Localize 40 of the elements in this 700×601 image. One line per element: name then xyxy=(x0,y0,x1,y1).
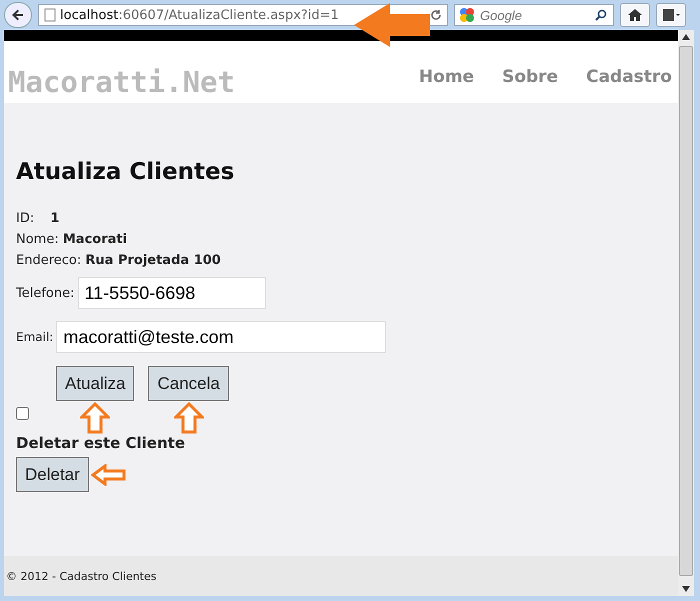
nav-link[interactable]: Sobre xyxy=(502,67,558,87)
field-value: Macorati xyxy=(62,232,128,247)
home-button[interactable] xyxy=(620,3,650,27)
field-label: Endereco: xyxy=(16,253,82,268)
home-icon xyxy=(627,8,643,22)
phone-field[interactable]: 11-5550-6698 xyxy=(78,277,266,309)
search-bar[interactable]: Google xyxy=(454,4,614,26)
page-title: Atualiza Clientes xyxy=(16,159,236,185)
arrow-icon xyxy=(174,402,204,434)
site-logo: Macoratti.Net xyxy=(8,65,235,99)
url-text: localhost:60607/AtualizaCliente.aspx?id=1 xyxy=(60,8,339,22)
google-icon xyxy=(459,7,475,23)
back-arrow-icon xyxy=(10,7,26,23)
search-icon[interactable] xyxy=(595,9,607,21)
email-field[interactable]: macoratti@teste.com xyxy=(56,321,386,353)
field-label: ID: xyxy=(16,211,34,226)
nav-link[interactable]: Cadastro xyxy=(586,67,672,87)
menu-button[interactable] xyxy=(656,3,686,27)
footer-text: © 2012 - Cadastro Clientes xyxy=(4,556,678,596)
update-button[interactable]: Atualiza xyxy=(56,366,134,401)
reload-icon[interactable] xyxy=(430,9,442,21)
address-field[interactable]: localhost:60607/AtualizaCliente.aspx?id=1 xyxy=(38,4,448,26)
page-icon xyxy=(44,8,56,22)
field-value: 1 xyxy=(50,211,60,226)
scroll-up-icon[interactable] xyxy=(682,34,690,40)
delete-checkbox[interactable] xyxy=(16,407,29,420)
delete-button[interactable]: Deletar xyxy=(16,457,89,492)
field-label: Email: xyxy=(16,330,54,344)
nav-link[interactable]: Home xyxy=(418,67,474,87)
back-button[interactable] xyxy=(4,2,32,28)
field-label: Nome: xyxy=(16,232,59,247)
cancel-button[interactable]: Cancela xyxy=(148,366,229,401)
menu-icon xyxy=(662,8,680,22)
scroll-down-icon[interactable] xyxy=(682,586,690,592)
checkbox-label: Deletar este Cliente xyxy=(16,434,186,452)
field-label: Telefone: xyxy=(16,286,74,300)
arrow-icon xyxy=(80,402,110,434)
field-value: Rua Projetada 100 xyxy=(85,253,221,268)
arrow-icon xyxy=(352,2,432,48)
arrow-icon xyxy=(90,464,127,486)
